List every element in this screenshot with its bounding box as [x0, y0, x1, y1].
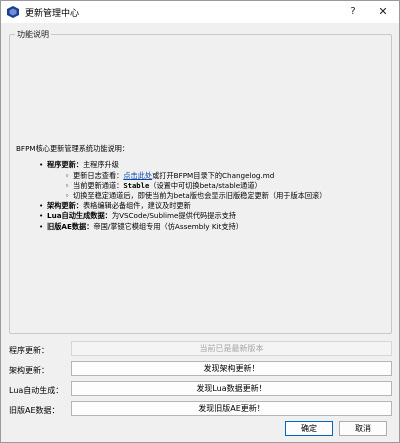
subitem-text: 更新日志查看：: [73, 170, 124, 180]
title-bar: 更新管理中心 ? ✕: [1, 1, 399, 23]
list-item-program: 程序更新：主程序升级 更新日志查看：点击此处或打开BFPM目录下的Changel…: [39, 160, 326, 201]
group-title: 功能说明: [15, 29, 51, 40]
help-button[interactable]: ?: [345, 2, 361, 21]
item-text: 表格编辑必备组件，建议及时更新: [82, 200, 191, 210]
subitem-text: 或打开BFPM目录下的Changelog.md: [152, 170, 275, 180]
subitem-text: 切换至稳定通道后，即使当前为beta版也会显示旧版稳定更新（用于版本回滚）: [73, 190, 327, 200]
subitem-rollback: 切换至稳定通道后，即使当前为beta版也会显示旧版稳定更新（用于版本回滚）: [65, 191, 326, 201]
arch-update-button[interactable]: 发现架构更新！: [71, 361, 392, 376]
item-title: 旧版AE数据：: [47, 221, 94, 231]
list-item-ae: 旧版AE数据：帝国/掌镜它模组专用（仿Assembly Kit支持）: [39, 222, 326, 233]
arch-update-label: 架构更新：: [9, 366, 49, 375]
program-update-button[interactable]: 当前已是最新版本: [71, 341, 392, 356]
item-text: 为VSCode/Sublime提供代码提示支持: [111, 211, 236, 220]
item-title: Lua自动生成数据：: [47, 211, 112, 220]
list-item-lua: Lua自动生成数据：为VSCode/Sublime提供代码提示支持: [39, 211, 326, 222]
item-text: 主程序升级: [82, 160, 119, 169]
cancel-button[interactable]: 取消: [339, 421, 387, 436]
item-title: 程序更新：: [47, 160, 83, 169]
ae-update-button[interactable]: 发现旧版AE更新！: [71, 401, 392, 416]
window-title: 更新管理中心: [25, 9, 80, 19]
update-manager-window: 更新管理中心 ? ✕ 功能说明 BFPM核心更新管理系统功能说明： 程序更新：主…: [0, 0, 400, 443]
subitem-changelog: 更新日志查看：点击此处或打开BFPM目录下的Changelog.md: [65, 171, 326, 181]
intro-text: BFPM核心更新管理系统功能说明：: [16, 144, 130, 153]
lua-update-button[interactable]: 发现Lua数据更新！: [71, 381, 392, 396]
subitem-channel: 当前更新通道：Stable（设置中可切换beta/stable通道）: [65, 181, 326, 191]
item-title: 架构更新：: [47, 200, 83, 210]
subitem-text: 当前更新通道：: [73, 180, 124, 190]
program-subitems: 更新日志查看：点击此处或打开BFPM目录下的Changelog.md 当前更新通…: [65, 171, 326, 201]
program-update-label: 程序更新：: [9, 346, 49, 355]
channel-value: Stable: [123, 180, 150, 190]
item-text: 帝国/掌镜它模组专用（仿Assembly Kit支持）: [93, 221, 243, 231]
changelog-link[interactable]: 点击此处: [123, 171, 152, 180]
list-item-arch: 架构更新：表格编辑必备组件，建议及时更新: [39, 201, 326, 212]
app-icon: [7, 6, 19, 18]
ok-button[interactable]: 确定: [285, 421, 333, 436]
close-button[interactable]: ✕: [375, 2, 391, 21]
lua-update-label: Lua自动生成：: [9, 386, 64, 395]
subitem-text: （设置中可切换beta/stable通道）: [149, 180, 262, 190]
feature-list: 程序更新：主程序升级 更新日志查看：点击此处或打开BFPM目录下的Changel…: [39, 160, 326, 232]
ae-update-label: 旧版AE数据：: [9, 406, 60, 415]
